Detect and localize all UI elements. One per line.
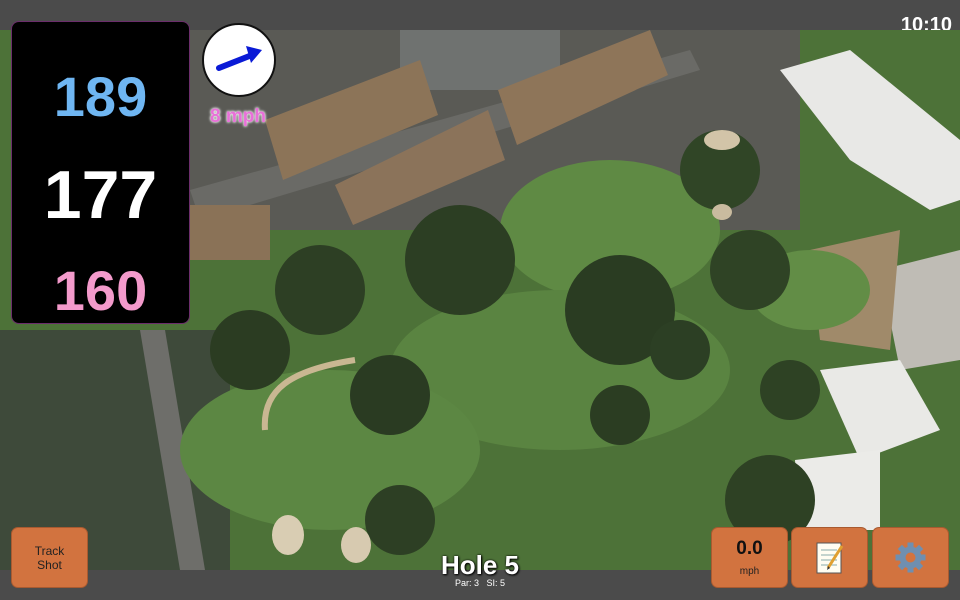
track-shot-button[interactable]: Track Shot xyxy=(12,528,87,587)
speed-value: 0.0 xyxy=(736,538,763,559)
si-label: SI: 5 xyxy=(486,578,506,588)
wind-speed: 8 mph xyxy=(210,106,266,127)
notes-button[interactable] xyxy=(792,528,867,587)
speed-unit: mph xyxy=(739,566,760,577)
gear-icon xyxy=(895,542,926,573)
front-distance: 160 xyxy=(53,259,148,322)
wind-indicator xyxy=(202,23,276,97)
notepad-icon xyxy=(816,542,844,574)
hole-title: Hole 5 xyxy=(440,550,520,580)
track-shot-label-line1: Track xyxy=(34,544,65,558)
middle-distance: 177 xyxy=(43,157,158,233)
back-distance: 189 xyxy=(53,65,148,128)
settings-button[interactable] xyxy=(873,528,948,587)
speed-button[interactable]: 0.0 mph xyxy=(712,528,787,587)
track-shot-label-line2: Shot xyxy=(37,558,62,572)
distance-panel: 189 177 160 xyxy=(12,22,189,323)
hole-info: Par: 3 SI: 5 xyxy=(380,578,580,588)
arrow-right-icon xyxy=(216,46,262,71)
track-shot-label: Track Shot xyxy=(12,544,87,572)
par-label: Par: 3 xyxy=(454,578,479,588)
